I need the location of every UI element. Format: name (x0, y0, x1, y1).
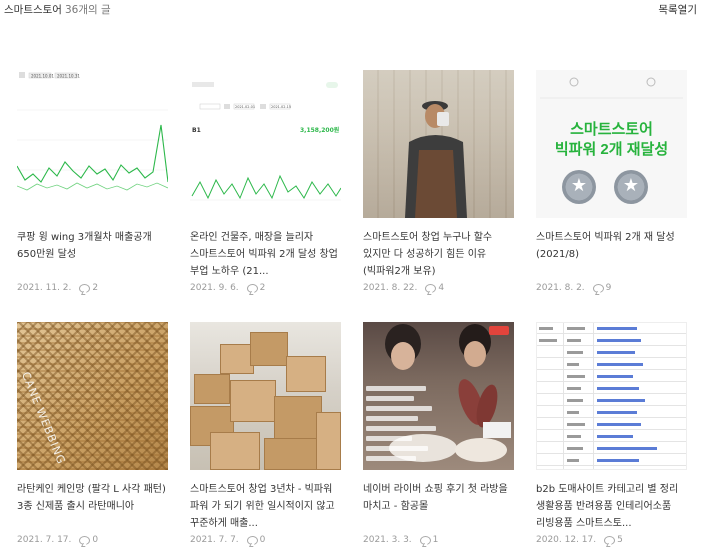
post-date: 2020. 12. 17. (536, 535, 597, 545)
post-date: 2021. 7. 17. (17, 535, 72, 545)
post-card[interactable]: b2b 도매사이트 카테고리 별 정리 생활용품 반려용품 인테리어소품 리빙용… (536, 322, 687, 545)
chart-date-to: 2021.10.31 (57, 74, 80, 79)
comment-count-value: 0 (259, 535, 266, 545)
comment-count-value: 9 (605, 283, 612, 293)
sales-dashboard-image: 2021.02.01 2021.02.15 B1 3,158,200원 (190, 82, 341, 201)
post-count: 36개의 글 (64, 4, 111, 16)
post-thumbnail[interactable] (363, 322, 514, 470)
comment-count-value: 5 (617, 535, 623, 545)
post-meta: 2021. 8. 2. 9 (536, 283, 687, 293)
post-title[interactable]: 쿠팡 윙 wing 3개월차 매출공개 650만원 달성 (17, 229, 168, 281)
post-meta: 2021. 3. 3. 1 (363, 535, 514, 545)
chart-total: 3,158,200원 (300, 126, 339, 134)
badge-line1: 스마트스토어 (570, 121, 653, 138)
comment-icon (592, 283, 604, 293)
comment-icon (79, 535, 91, 545)
medal-icon: ★ (562, 170, 596, 204)
comment-count-value: 2 (259, 283, 266, 293)
comment-count[interactable]: 1 (419, 535, 439, 545)
comment-count[interactable]: 0 (246, 535, 266, 545)
post-date: 2021. 8. 22. (363, 283, 418, 293)
comment-icon (419, 535, 431, 545)
chart-date-to: 2021.02.15 (271, 105, 291, 109)
comment-count[interactable]: 9 (592, 283, 612, 293)
comment-icon (79, 283, 91, 293)
post-card[interactable]: CANE WEBBING 라탄케인 케인망 (팔각 L 사각 패턴) 3종 신제… (17, 322, 168, 545)
post-title[interactable]: 스마트스토어 빅파워 2개 재 달성 (2021/8) (536, 229, 687, 281)
chart-date-from: 2021.10.01 (31, 74, 54, 79)
badge-line2: 빅파워 2개 재달성 (554, 141, 669, 158)
post-card[interactable]: 2021.10.01 2021.10.31 쿠팡 윙 wing 3개월차 매출공… (17, 70, 168, 293)
post-title[interactable]: 라탄케인 케인망 (팔각 L 사각 패턴) 3종 신제품 출시 라탄매니아 (17, 481, 168, 533)
post-thumbnail[interactable]: 2021.10.01 2021.10.31 (17, 70, 168, 218)
post-title[interactable]: 온라인 건물주, 매장을 늘리자 스마트스토어 빅파워 2개 달성 창업 부업 … (190, 229, 341, 281)
post-meta: 2020. 12. 17. 5 (536, 535, 687, 545)
post-title[interactable]: b2b 도매사이트 카테고리 별 정리 생활용품 반려용품 인테리어소품 리빙용… (536, 481, 687, 533)
post-meta: 2021. 8. 22. 4 (363, 283, 514, 293)
chart-date-from: 2021.02.01 (235, 105, 255, 109)
post-card[interactable]: 스마트스토어 빅파워 2개 재달성 ★ ★ 스마트스토어 빅파워 2개 재 달성… (536, 70, 687, 293)
post-thumbnail[interactable] (363, 70, 514, 218)
post-date: 2021. 7. 7. (190, 535, 239, 545)
comment-count-value: 4 (438, 283, 445, 293)
post-date: 2021. 8. 2. (536, 283, 585, 293)
comment-count[interactable]: 4 (425, 283, 444, 293)
post-thumbnail[interactable]: 2021.02.01 2021.02.15 B1 3,158,200원 (190, 70, 341, 218)
comment-count-value: 0 (92, 535, 99, 545)
post-card[interactable]: 2021.02.01 2021.02.15 B1 3,158,200원 온라인 … (190, 70, 341, 293)
comment-count[interactable]: 2 (246, 283, 266, 293)
post-thumbnail[interactable] (190, 322, 341, 470)
comment-icon (246, 535, 258, 545)
comment-icon (604, 535, 616, 545)
comment-count[interactable]: 5 (604, 535, 623, 545)
cane-webbing-caption: CANE WEBBING (18, 370, 69, 467)
post-meta: 2021. 7. 7. 0 (190, 535, 341, 545)
category-title: 스마트스토어 36개의 글 (4, 2, 111, 17)
post-card[interactable]: 네이버 라이버 쇼핑 후기 첫 라방을 마치고 - 함공몰 2021. 3. 3… (363, 322, 514, 545)
post-thumbnail[interactable]: 스마트스토어 빅파워 2개 재달성 ★ ★ (536, 70, 687, 218)
post-date: 2021. 9. 6. (190, 283, 239, 293)
category-name[interactable]: 스마트스토어 (4, 4, 62, 16)
comment-count-value: 2 (92, 283, 99, 293)
post-meta: 2021. 11. 2. 2 (17, 283, 168, 293)
post-date: 2021. 11. 2. (17, 283, 72, 293)
post-card[interactable]: 스마트스토어 창업 3년차 - 빅파워 파워 가 되기 위한 일시적이지 않고 … (190, 322, 341, 545)
medal-icon: ★ (614, 170, 648, 204)
post-card[interactable]: 스마트스토어 창업 누구나 할수 있지만 다 성공하기 힘든 이유 (빅파워2개… (363, 70, 514, 293)
post-meta: 2021. 9. 6. 2 (190, 283, 341, 293)
person-selfie-image (405, 101, 467, 218)
comment-icon (246, 283, 258, 293)
post-title[interactable]: 스마트스토어 창업 누구나 할수 있지만 다 성공하기 힘든 이유 (빅파워2개… (363, 229, 514, 281)
board-header: 스마트스토어 36개의 글 목록열기 (4, 2, 697, 20)
sales-line-chart-image: 2021.10.01 2021.10.31 (17, 72, 168, 191)
post-meta: 2021. 7. 17. 0 (17, 535, 168, 545)
comment-count[interactable]: 2 (79, 283, 98, 293)
post-title[interactable]: 스마트스토어 창업 3년차 - 빅파워 파워 가 되기 위한 일시적이지 않고 … (190, 481, 341, 533)
post-title[interactable]: 네이버 라이버 쇼핑 후기 첫 라방을 마치고 - 함공몰 (363, 481, 514, 533)
comment-count-value: 1 (432, 535, 439, 545)
post-thumbnail[interactable] (536, 322, 687, 470)
post-thumbnail[interactable]: CANE WEBBING (17, 322, 168, 470)
chart-label: B1 (192, 127, 201, 134)
comment-count[interactable]: 0 (79, 535, 98, 545)
comment-icon (425, 283, 437, 293)
post-date: 2021. 3. 3. (363, 535, 412, 545)
list-open-button[interactable]: 목록열기 (658, 2, 697, 17)
